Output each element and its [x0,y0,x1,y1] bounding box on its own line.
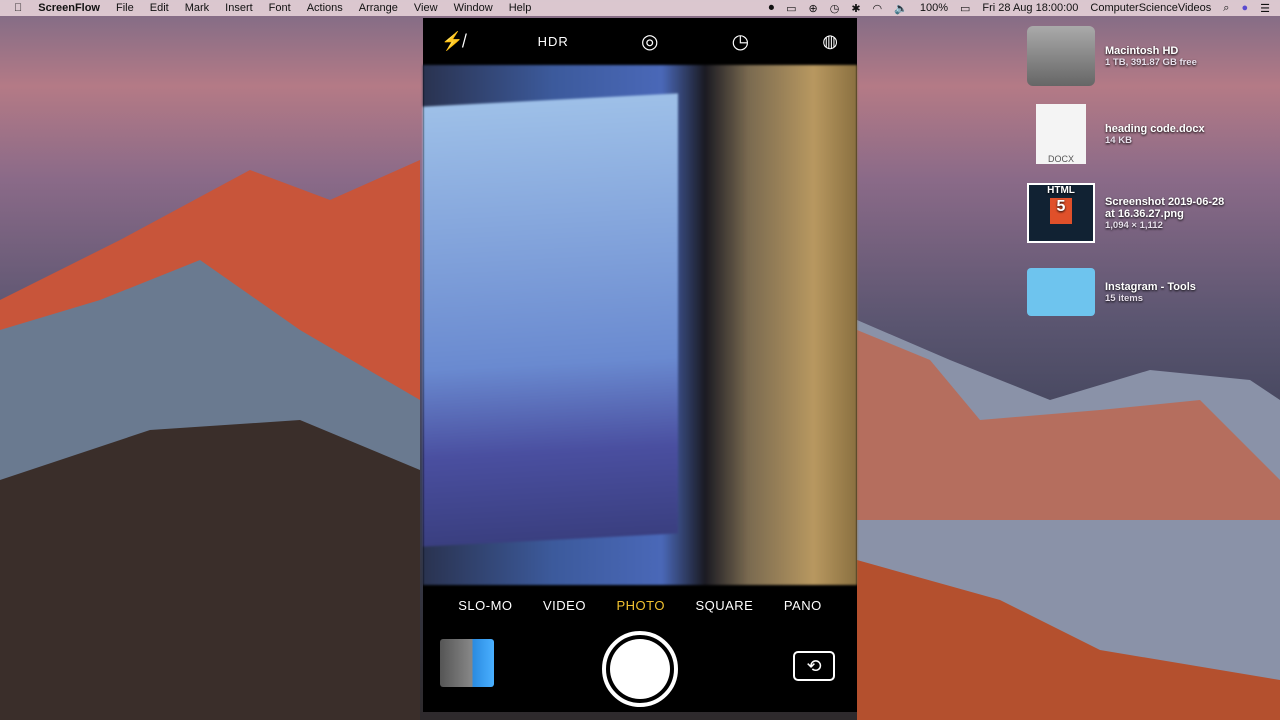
battery-icon[interactable]: ▭ [960,2,970,15]
desktop-item-macintosh-hd[interactable]: Macintosh HD 1 TB, 391.87 GB free [1027,26,1277,86]
live-photo-icon[interactable]: ◎ [641,29,659,54]
mode-pano[interactable]: PANO [784,598,822,613]
hdr-button[interactable]: HDR [538,34,569,49]
menu-font[interactable]: Font [269,2,291,14]
spotlight-icon[interactable]: ⌕ [1223,2,1229,15]
battery-percent[interactable]: 100% [920,2,948,14]
desktop-item-folder[interactable]: Instagram - Tools 15 items [1027,268,1277,316]
wifi-icon[interactable]: ◠ [873,2,883,15]
camera-window: ⚡̸ HDR ◎ ◷ ◍ SLO-MO VIDEO PHOTO SQUARE P… [423,18,857,712]
accessibility-icon[interactable]: ⊕ [809,2,818,15]
menu-edit[interactable]: Edit [150,2,169,14]
desktop-item-screenshot[interactable]: HTML 5 Screenshot 2019-06-28 at 16.36.27.… [1027,183,1277,243]
user-name[interactable]: ComputerScienceVideos [1090,2,1211,14]
menu-arrange[interactable]: Arrange [359,2,398,14]
flash-off-icon[interactable]: ⚡̸ [441,31,465,52]
bluetooth-icon[interactable]: ✱ [851,2,860,15]
desktop-item-docx[interactable]: DOCX heading code.docx 14 KB [1027,104,1277,164]
viewfinder[interactable] [423,65,857,585]
airplay-icon[interactable]: ▭ [786,2,796,15]
switch-camera-icon[interactable]: ⟲ [793,651,835,681]
menu-bar:  ScreenFlow File Edit Mark Insert Font … [0,0,1280,16]
menu-window[interactable]: Window [454,2,493,14]
shutter-button[interactable] [602,631,678,707]
document-icon: DOCX [1036,104,1086,164]
menu-help[interactable]: Help [509,2,532,14]
screenflow-record-icon[interactable]: ⏺ [769,2,775,15]
mode-photo[interactable]: PHOTO [616,598,665,613]
menu-file[interactable]: File [116,2,134,14]
menu-insert[interactable]: Insert [225,2,253,14]
timer-icon[interactable]: ◷ [732,29,750,54]
hard-drive-icon [1027,26,1095,86]
camera-mode-selector: SLO-MO VIDEO PHOTO SQUARE PANO [423,585,857,625]
menu-actions[interactable]: Actions [307,2,343,14]
clock[interactable]: Fri 28 Aug 18:00:00 [982,2,1078,14]
volume-icon[interactable]: 🔈 [894,2,908,15]
notification-center-icon[interactable]: ☰ [1260,2,1270,15]
menu-mark[interactable]: Mark [185,2,209,14]
menu-view[interactable]: View [414,2,438,14]
last-photo-thumbnail[interactable] [440,639,494,687]
folder-icon [1027,268,1095,316]
camera-top-bar: ⚡̸ HDR ◎ ◷ ◍ [423,18,857,65]
mode-square[interactable]: SQUARE [695,598,753,613]
siri-icon[interactable]: ● [1241,2,1248,14]
apple-menu-icon[interactable]:  [14,2,22,14]
filters-icon[interactable]: ◍ [822,31,839,52]
mode-slo-mo[interactable]: SLO-MO [458,598,512,613]
mode-video[interactable]: VIDEO [543,598,586,613]
time-machine-icon[interactable]: ◷ [830,2,840,15]
menu-app[interactable]: ScreenFlow [38,2,100,14]
image-thumbnail-icon: HTML 5 [1027,183,1095,243]
